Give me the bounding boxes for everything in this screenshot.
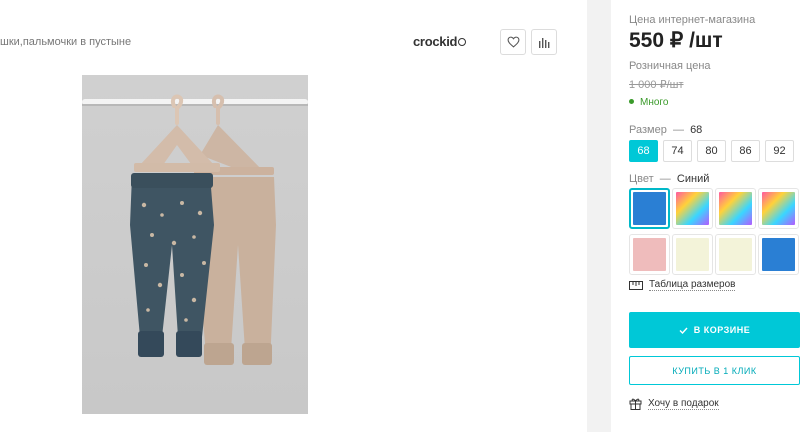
product-photo[interactable]: [82, 75, 308, 414]
product-title: шки,пальмочки в пустыне: [0, 36, 132, 48]
price: 550 ₽ /шт: [629, 29, 723, 52]
buy-one-click-button[interactable]: КУПИТЬ В 1 КЛИК: [629, 356, 800, 385]
color-dash: —: [659, 173, 671, 185]
size-option[interactable]: 74: [663, 140, 692, 162]
check-icon: [679, 327, 688, 334]
brand-logo[interactable]: crockid: [413, 34, 467, 49]
color-swatch[interactable]: [758, 234, 799, 275]
color-swatch[interactable]: [629, 234, 670, 275]
retail-price: 1 000 ₽/шт: [629, 79, 684, 91]
color-swatch[interactable]: [758, 188, 799, 229]
color-selected: Синий: [676, 173, 710, 185]
pants-on-hangers-image: [82, 94, 308, 365]
stock-status: Много: [629, 97, 668, 108]
color-swatch[interactable]: [672, 188, 713, 229]
size-option[interactable]: 92: [765, 140, 794, 162]
color-heading: Цвет — Синий: [629, 173, 709, 185]
gift-link[interactable]: Хочу в подарок: [629, 397, 719, 410]
retail-price-label: Розничная цена: [629, 60, 711, 72]
color-swatches: [629, 188, 799, 275]
chart-bars-icon: [539, 38, 550, 48]
stock-text: Много: [640, 97, 669, 108]
color-swatch[interactable]: [715, 234, 756, 275]
size-option[interactable]: 86: [731, 140, 760, 162]
size-dash: —: [672, 124, 684, 136]
favorite-button[interactable]: [500, 29, 526, 55]
size-selected: 68: [690, 124, 703, 136]
brand-name: crockid: [413, 34, 458, 49]
size-option[interactable]: 80: [697, 140, 726, 162]
size-label: Размер: [629, 124, 667, 136]
in-cart-label: В КОРЗИНЕ: [693, 325, 751, 335]
size-table-text: Таблица размеров: [649, 279, 736, 291]
product-gallery-card: шки,пальмочки в пустыне crockid: [0, 0, 587, 432]
gift-icon: [629, 398, 642, 410]
size-table-link[interactable]: Таблица размеров: [629, 279, 736, 291]
color-swatch[interactable]: [715, 188, 756, 229]
size-heading: Размер — 68: [629, 124, 702, 136]
stock-dot-icon: [629, 99, 634, 104]
purchase-panel: Цена интернет-магазина 550 ₽ /шт Розничн…: [611, 0, 800, 432]
color-swatch[interactable]: [629, 188, 670, 229]
color-swatch[interactable]: [672, 234, 713, 275]
online-price-label: Цена интернет-магазина: [629, 14, 756, 26]
page: шки,пальмочки в пустыне crockid Цена инт…: [0, 0, 800, 432]
buy-one-click-label: КУПИТЬ В 1 КЛИК: [672, 365, 757, 376]
in-cart-button[interactable]: В КОРЗИНЕ: [629, 312, 800, 348]
heart-icon: [507, 36, 519, 48]
compare-button[interactable]: [531, 29, 557, 55]
size-options: 68 74 80 86 92: [629, 140, 794, 162]
size-option[interactable]: 68: [629, 140, 658, 162]
color-label: Цвет: [629, 173, 654, 185]
ruler-icon: [629, 280, 643, 290]
gift-text: Хочу в подарок: [648, 397, 719, 410]
